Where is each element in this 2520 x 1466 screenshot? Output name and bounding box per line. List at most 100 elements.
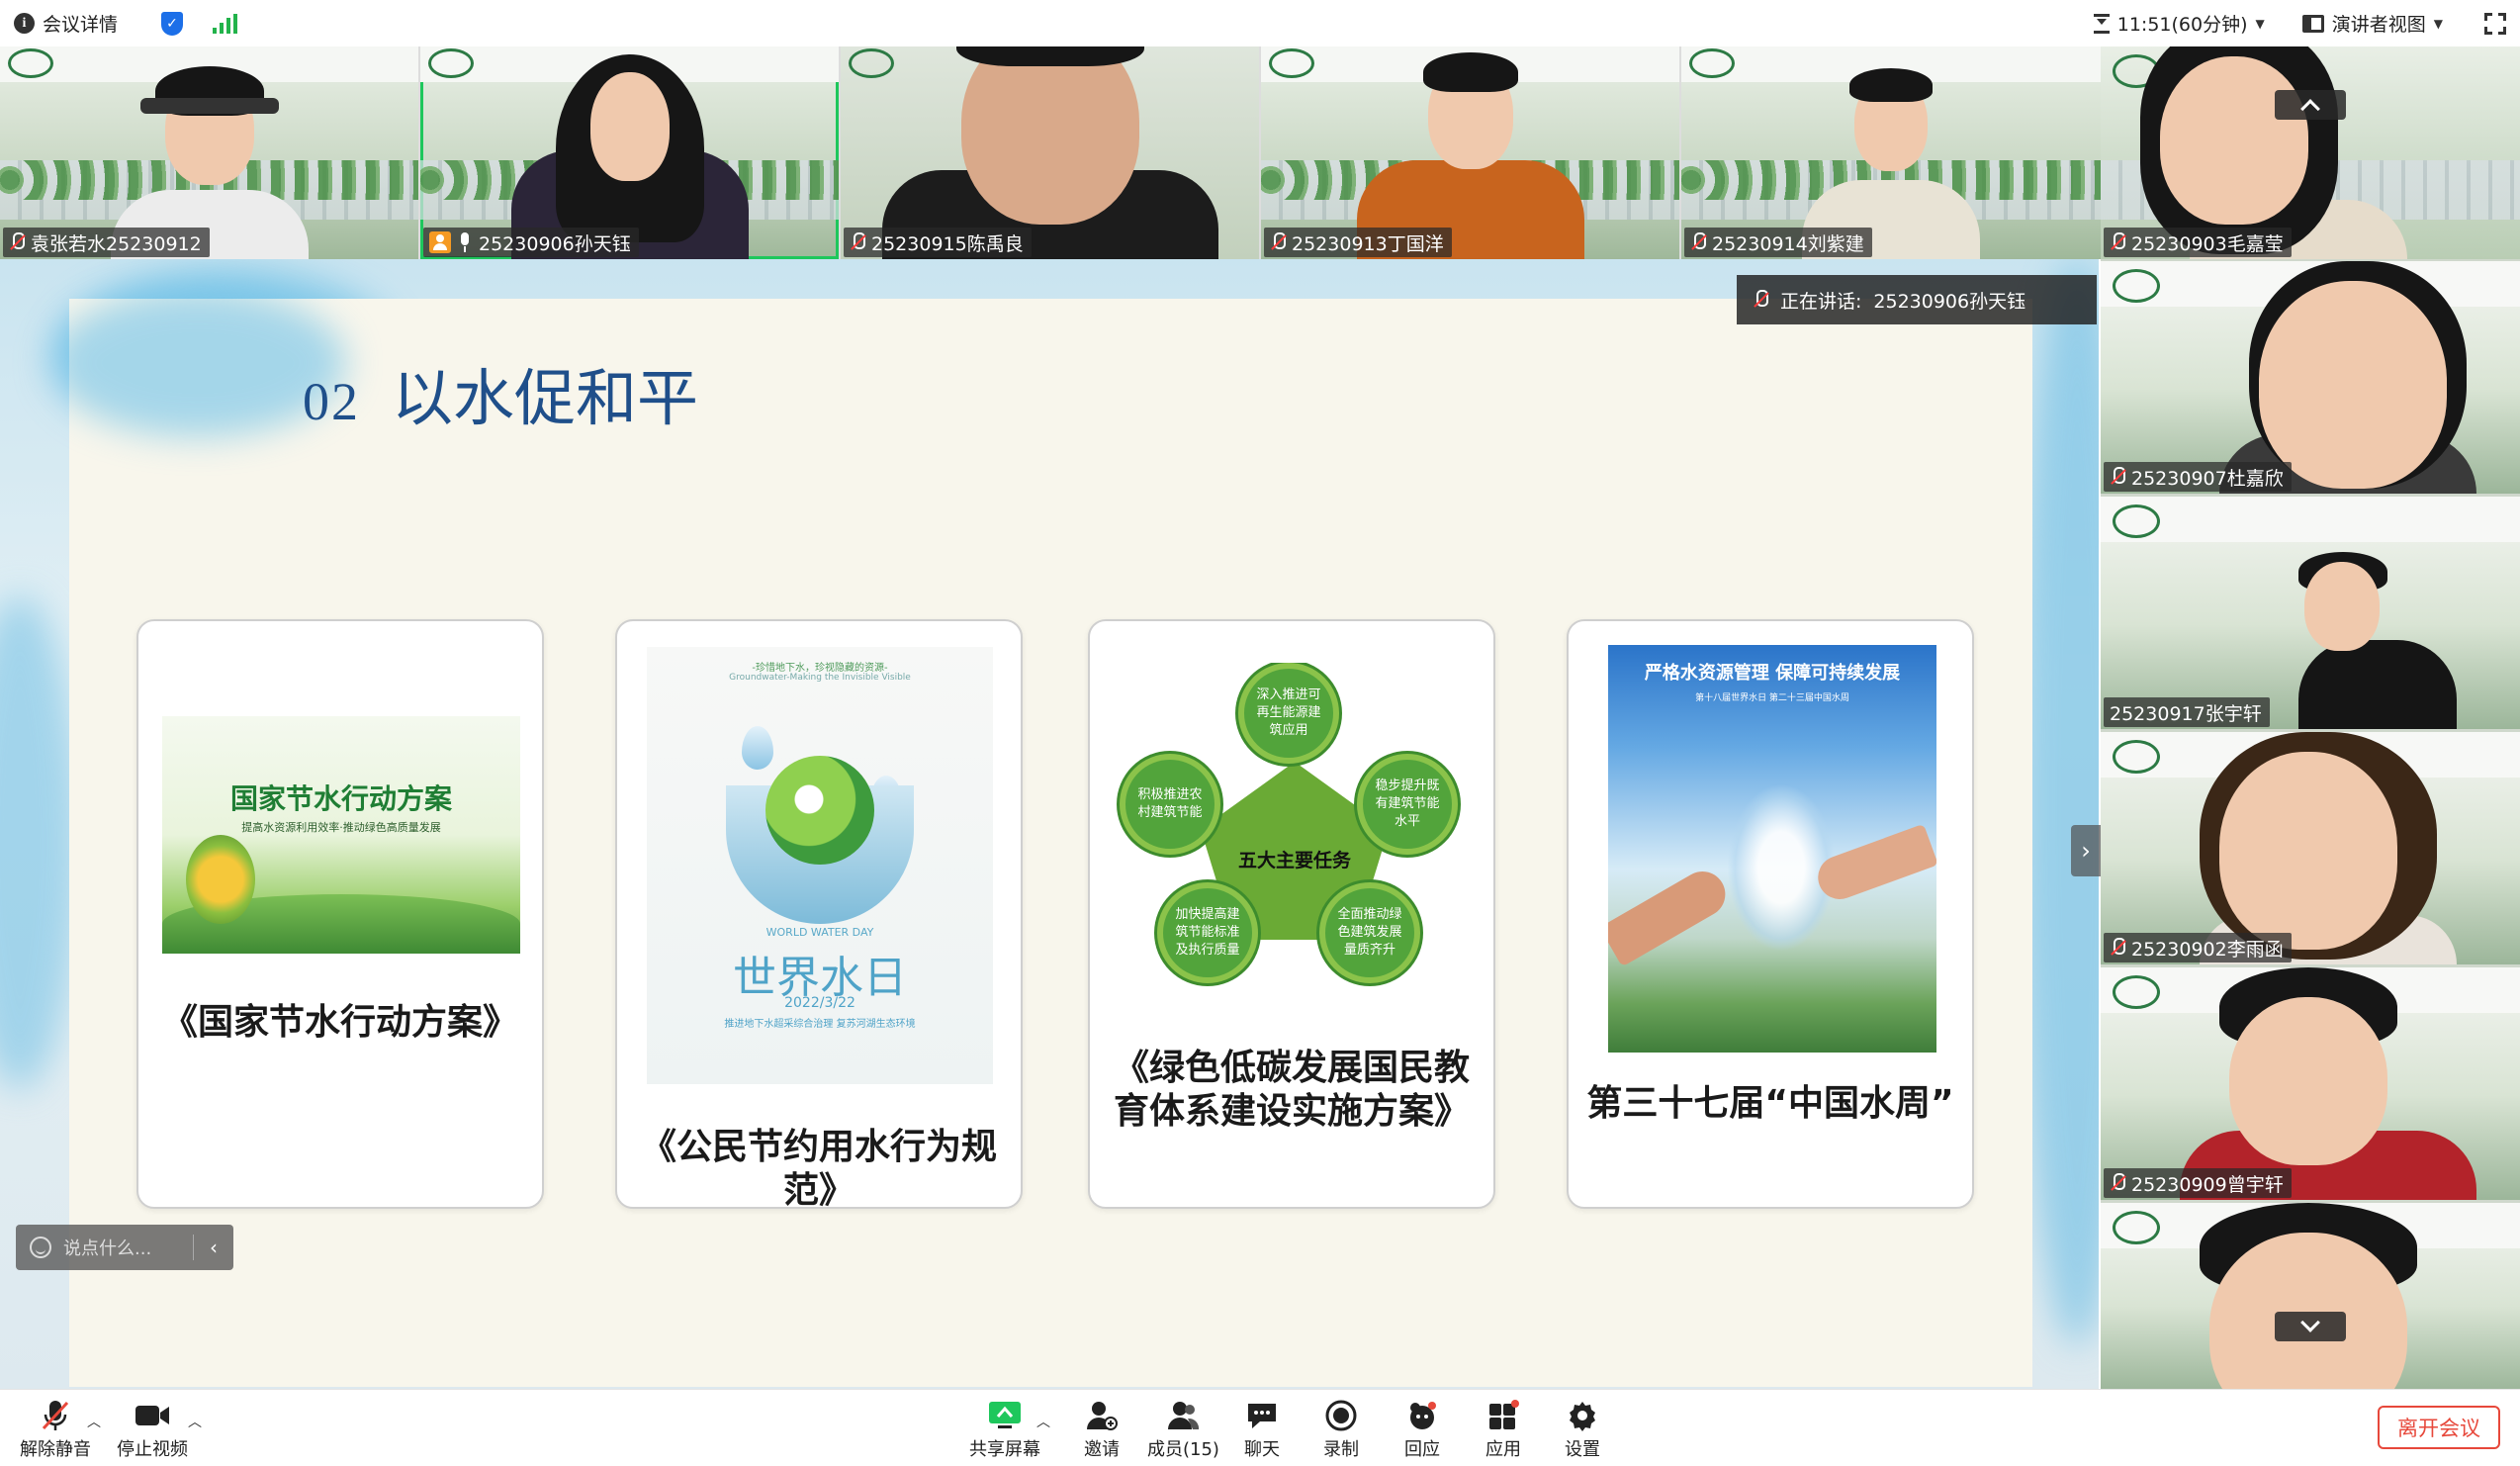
video-tile[interactable]: 25230909曾宇轩 [2101, 967, 2520, 1200]
video-tile-active-speaker[interactable]: 25230906孙天钰 [420, 46, 839, 259]
school-logo-icon [2113, 269, 2160, 303]
apps-button[interactable]: 应用 [1482, 1398, 1525, 1461]
unmute-button[interactable]: 解除静音 [20, 1398, 91, 1461]
poster-header: -珍惜地下水，珍视隐藏的资源- [752, 663, 888, 674]
poster-footer: 推进地下水超采综合治理 复苏河湖生态环境 [724, 1019, 916, 1030]
card-caption: 《绿色低碳发展国民教育体系建设实施方案》 [1113, 1048, 1470, 1132]
video-options-chevron-icon[interactable]: ︿ [188, 1412, 202, 1431]
mic-muted-icon [2110, 232, 2125, 252]
mic-muted-icon [9, 232, 25, 252]
poster-en-title: WORLD WATER DAY [765, 926, 874, 939]
share-options-chevron-icon[interactable]: ︿ [1036, 1412, 1050, 1431]
participant-name: 25230902李雨函 [2131, 938, 2284, 961]
participant-name: 25230915陈禹良 [871, 232, 1024, 255]
top-bar: i 会议详情 ✓ 11:51(60分钟) ▼ 演讲者视图 ▼ [0, 0, 2520, 46]
host-icon [429, 231, 451, 253]
view-mode-label: 演讲者视图 [2331, 14, 2426, 36]
share-screen-button[interactable]: 共享屏幕 [969, 1398, 1040, 1461]
view-mode-dropdown[interactable]: 演讲者视图 ▼ [2301, 10, 2443, 37]
chat-label: 聊天 [1244, 1439, 1280, 1460]
quick-chat-input[interactable]: 说点什么... ‹ [16, 1225, 233, 1270]
react-label: 回应 [1404, 1439, 1440, 1460]
chat-button[interactable]: 聊天 [1240, 1398, 1284, 1461]
meeting-info-label: 会议详情 [43, 14, 119, 36]
participant-name-tag: 袁张若水25230912 [3, 228, 210, 257]
world-water-day-poster: -珍惜地下水，珍视隐藏的资源- Groundwater-Making the I… [647, 647, 993, 1084]
emoji-icon[interactable] [30, 1237, 51, 1258]
video-tile[interactable]: 袁张若水25230912 [0, 46, 418, 259]
settings-label: 设置 [1565, 1439, 1600, 1460]
participant-name-tag: 25230913丁国洋 [1264, 228, 1452, 257]
mic-muted-icon [1690, 232, 1706, 252]
slide-title: 02 以水促和平 [303, 348, 698, 437]
stop-video-button[interactable]: 停止视频 [117, 1398, 188, 1461]
participant-name-tag: 25230915陈禹良 [844, 228, 1032, 257]
participant-name-tag: 25230907杜嘉欣 [2104, 462, 2292, 492]
participant-name-tag: 25230914刘紫建 [1684, 228, 1872, 257]
settings-button[interactable]: 设置 [1561, 1398, 1604, 1461]
chat-placeholder: 说点什么... [63, 1238, 152, 1259]
school-logo-icon [2113, 740, 2160, 774]
mic-options-chevron-icon[interactable]: ︿ [87, 1412, 101, 1431]
video-tile[interactable]: 25230902李雨函 [2101, 732, 2520, 964]
unmute-label: 解除静音 [20, 1439, 91, 1460]
slide-section-number: 02 [303, 372, 360, 431]
react-button[interactable]: 回应 [1400, 1398, 1444, 1461]
video-camera-icon [131, 1398, 174, 1433]
members-icon [1161, 1398, 1205, 1433]
chevron-down-icon [2300, 1313, 2320, 1332]
fullscreen-icon[interactable] [2484, 12, 2506, 35]
presentation-slide: 02 以水促和平 国家节水行动方案 提高水资源利用效率·推动绿色高质量发展 《国… [0, 259, 2099, 1389]
chevron-down-icon: ▼ [2433, 16, 2443, 31]
record-icon [1319, 1398, 1363, 1433]
video-tile[interactable]: 25230907杜嘉欣 [2101, 261, 2520, 494]
video-tile[interactable]: 25230917张宇轩 [2101, 497, 2520, 729]
participant-name-tag: 25230917张宇轩 [2104, 697, 2270, 727]
policy-card: -珍惜地下水，珍视隐藏的资源- Groundwater-Making the I… [615, 619, 1023, 1211]
meeting-window: i 会议详情 ✓ 11:51(60分钟) ▼ 演讲者视图 ▼ 袁张若水25230… [0, 0, 2520, 1466]
diagram-node: 稳步提升既有建筑节能水平 [1357, 754, 1458, 855]
diagram-node: 加快提高建筑节能标准及执行质量 [1157, 882, 1258, 983]
five-tasks-diagram: 五大主要任务 深入推进可再生能源建筑应用 稳步提升既有建筑节能水平 全面推动绿色… [1112, 663, 1478, 999]
security-shield-icon[interactable]: ✓ [161, 11, 184, 36]
participant-name-tag: 25230902李雨函 [2104, 933, 2292, 962]
collapse-chevron-icon[interactable]: ‹ [194, 1236, 233, 1259]
mic-muted-icon [2110, 938, 2125, 958]
active-speaker-indicator: 正在讲话: 25230906孙天钰 [1737, 275, 2097, 324]
meeting-info-button[interactable]: i 会议详情 [14, 10, 118, 37]
leave-meeting-button[interactable]: 离开会议 [2378, 1406, 2500, 1449]
video-tile[interactable]: 25230903毛嘉莹 [2101, 46, 2520, 259]
apps-grid-icon [1482, 1398, 1525, 1433]
video-tile[interactable]: 25230915陈禹良 [841, 46, 1259, 259]
speaking-name: 25230906孙天钰 [1873, 290, 2026, 313]
meeting-toolbar: 解除静音 ︿ 停止视频 ︿ 共享屏幕 ︿ 邀请 成员(15) 聊天 录制 回应 … [0, 1389, 2520, 1466]
network-signal-icon[interactable] [213, 13, 238, 34]
diagram-node: 全面推动绿色建筑发展量质齐升 [1319, 882, 1420, 983]
card-caption: 第三十七届“中国水周” [1586, 1083, 1954, 1124]
share-screen-icon [983, 1398, 1027, 1433]
diagram-center-label: 五大主要任务 [1237, 850, 1351, 871]
participant-name: 25230909曾宇轩 [2131, 1173, 2284, 1196]
stop-video-label: 停止视频 [117, 1439, 188, 1460]
toggle-sidebar-chevron-icon[interactable]: › [2071, 825, 2101, 876]
chat-bubble-icon [1240, 1398, 1284, 1433]
video-tile[interactable] [2101, 1203, 2520, 1389]
speaking-label: 正在讲话: [1780, 290, 1862, 313]
invite-button[interactable]: 邀请 [1080, 1398, 1124, 1461]
globe-icon [765, 756, 874, 865]
meeting-timer[interactable]: 11:51(60分钟) ▼ [2093, 10, 2265, 37]
record-label: 录制 [1323, 1439, 1359, 1460]
scroll-up-button[interactable] [2275, 90, 2346, 120]
diagram-node: 积极推进农村建筑节能 [1120, 754, 1220, 855]
video-tile[interactable]: 25230913丁国洋 [1261, 46, 1679, 259]
water-plan-poster: 国家节水行动方案 提高水资源利用效率·推动绿色高质量发展 [162, 716, 520, 954]
members-button[interactable]: 成员(15) [1147, 1398, 1219, 1461]
video-tile[interactable]: 25230914刘紫建 [1681, 46, 2101, 259]
mic-muted-icon [1270, 232, 1286, 252]
record-button[interactable]: 录制 [1319, 1398, 1363, 1461]
mic-muted-icon [2110, 1173, 2125, 1193]
scroll-down-button[interactable] [2275, 1312, 2346, 1341]
school-logo-icon [2113, 1211, 2160, 1244]
policy-card: 国家节水行动方案 提高水资源利用效率·推动绿色高质量发展 《国家节水行动方案》 [136, 619, 544, 1209]
layout-icon [2301, 14, 2324, 33]
